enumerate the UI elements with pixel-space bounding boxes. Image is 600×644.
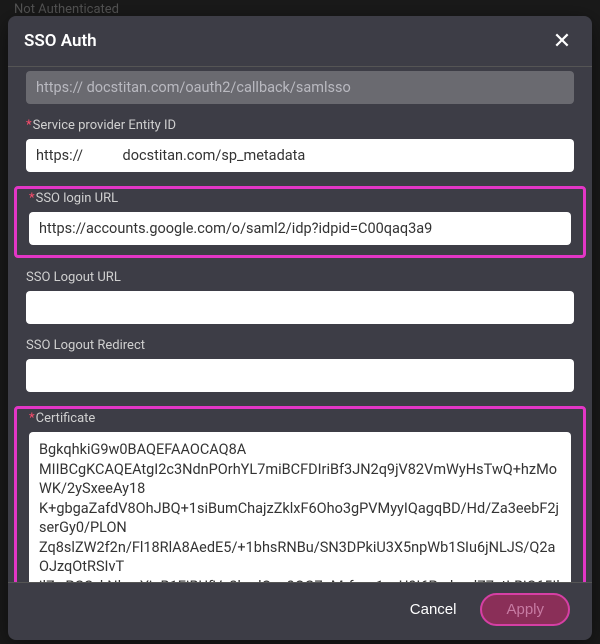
modal-body: https:// docstitan.com/oauth2/callback/s… [8,67,592,582]
apply-button[interactable]: Apply [480,593,570,626]
login-url-highlighted-wrapper: *SSO login URL [14,186,586,258]
certificate-highlighted-wrapper: *Certificate [14,406,586,582]
entity-id-input[interactable] [26,139,574,172]
sso-auth-modal: SSO Auth ✕ https:// docstitan.com/oauth2… [8,16,592,640]
logout-url-field: SSO Logout URL [26,270,574,324]
login-url-input[interactable] [29,212,571,245]
logout-redirect-label: SSO Logout Redirect [26,338,574,353]
certificate-textarea[interactable] [29,432,571,582]
callback-url-readonly: https:// docstitan.com/oauth2/callback/s… [26,71,574,104]
close-button[interactable]: ✕ [548,27,576,55]
cancel-button[interactable]: Cancel [410,601,457,618]
modal-header: SSO Auth ✕ [8,16,592,67]
login-url-label: *SSO login URL [29,191,571,206]
close-icon: ✕ [553,28,571,53]
logout-redirect-input[interactable] [26,359,574,392]
logout-url-input[interactable] [26,291,574,324]
callback-url-field: https:// docstitan.com/oauth2/callback/s… [26,71,574,104]
backdrop-status-text: Not Authenticated [14,2,119,17]
entity-id-field: *Service provider Entity ID [26,118,574,172]
entity-id-label: *Service provider Entity ID [26,118,574,133]
logout-url-label: SSO Logout URL [26,270,574,285]
modal-title: SSO Auth [24,31,97,51]
modal-footer: Cancel Apply [8,582,592,640]
certificate-label: *Certificate [29,411,571,426]
logout-redirect-field: SSO Logout Redirect [26,338,574,392]
